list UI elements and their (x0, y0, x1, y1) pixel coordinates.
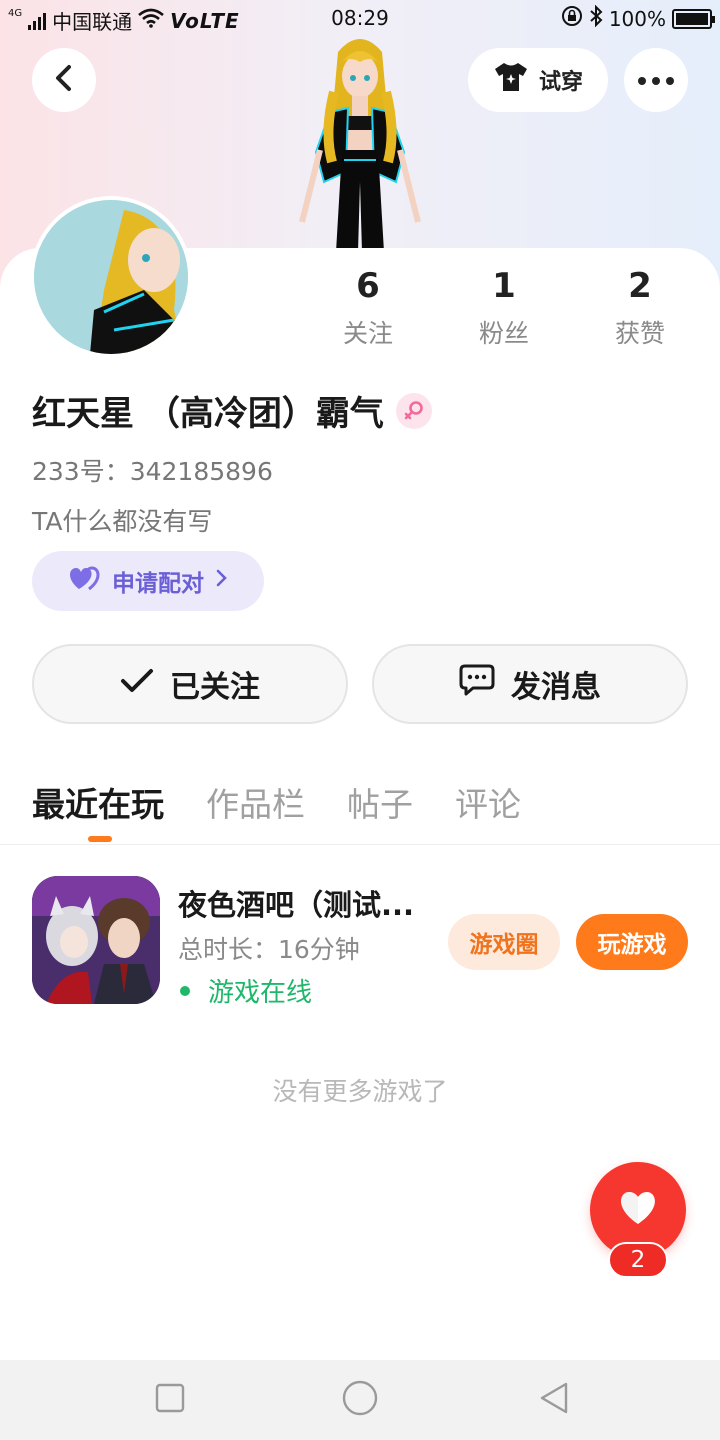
request-pair-label: 申请配对 (112, 571, 204, 597)
stat-value: 1 (492, 266, 516, 306)
tab-posts[interactable]: 帖子 (347, 778, 413, 826)
game-play-duration: 总时长：16分钟 (178, 935, 360, 964)
avatar-image (34, 200, 188, 354)
send-message-label: 发消息 (511, 670, 601, 705)
stat-value: 2 (628, 266, 652, 306)
stat-label: 关注 (342, 319, 393, 348)
send-message-button[interactable]: 发消息 (372, 644, 688, 724)
game-circle-button[interactable]: 游戏圈 (448, 914, 560, 970)
following-button[interactable]: 已关注 (32, 644, 348, 724)
tab-comments[interactable]: 评论 (455, 778, 521, 826)
no-more-games-text: 没有更多游戏了 (272, 1077, 448, 1106)
female-icon (395, 392, 432, 429)
stat-label: 粉丝 (478, 319, 529, 348)
chevron-right-icon (214, 568, 228, 594)
profile-name: 红天星 （高冷团）霸气 (32, 394, 384, 434)
user-id: 233号：342185896 (32, 457, 273, 486)
tshirt-icon (493, 61, 529, 99)
stat-value: 6 (356, 266, 380, 306)
profile-name-row: 红天星 （高冷团）霸气 (32, 386, 432, 435)
avatar-3d-figure[interactable] (280, 32, 440, 252)
game-status-label: 游戏在线 (208, 978, 313, 1008)
try-on-label: 试穿 (538, 70, 583, 95)
double-heart-icon (68, 565, 102, 597)
following-label: 已关注 (170, 670, 260, 705)
request-pair-button[interactable]: 申请配对 (32, 551, 264, 611)
profile-avatar[interactable] (30, 196, 192, 358)
stat-followers[interactable]: 1 粉丝 (436, 266, 572, 350)
system-back-button[interactable] (532, 1378, 576, 1422)
tab-recent-games[interactable]: 最近在玩 (32, 778, 164, 842)
profile-stats: 6 关注 1 粉丝 2 获赞 (300, 266, 720, 350)
triangle-back-icon (538, 1381, 570, 1419)
user-bio: TA什么都没有写 (32, 507, 213, 536)
heart-icon (618, 1190, 658, 1230)
game-online-status: 游戏在线 (178, 972, 312, 1009)
circle-icon (341, 1379, 379, 1421)
profile-tabs: 最近在玩 作品栏 帖子 评论 (32, 778, 521, 842)
back-button[interactable] (32, 48, 96, 112)
more-dots-icon (637, 71, 675, 90)
status-right: 100% (561, 4, 715, 32)
battery-icon (672, 8, 715, 29)
game-title[interactable]: 夜色酒吧（测试... (178, 882, 428, 924)
more-options-button[interactable] (624, 48, 688, 112)
square-icon (155, 1383, 185, 1417)
system-navigation-bar (0, 1360, 720, 1440)
chat-bubble-icon (459, 663, 495, 705)
battery-percent: 100% (608, 6, 666, 31)
rotation-lock-icon (561, 5, 583, 32)
play-game-button[interactable]: 玩游戏 (576, 914, 688, 970)
tab-divider (0, 844, 720, 845)
tab-works[interactable]: 作品栏 (206, 778, 305, 826)
like-count-badge: 2 (608, 1242, 668, 1278)
try-on-button[interactable]: 试穿 (468, 48, 608, 112)
recent-apps-button[interactable] (148, 1378, 192, 1422)
bluetooth-icon (589, 4, 603, 32)
game-icon[interactable] (32, 876, 160, 1004)
check-icon (120, 667, 154, 702)
online-dot-icon (180, 985, 190, 996)
chevron-left-icon (53, 64, 75, 96)
stat-likes[interactable]: 2 获赞 (572, 266, 708, 350)
home-button[interactable] (338, 1378, 382, 1422)
stat-following[interactable]: 6 关注 (300, 266, 436, 350)
stat-label: 获赞 (614, 319, 665, 348)
